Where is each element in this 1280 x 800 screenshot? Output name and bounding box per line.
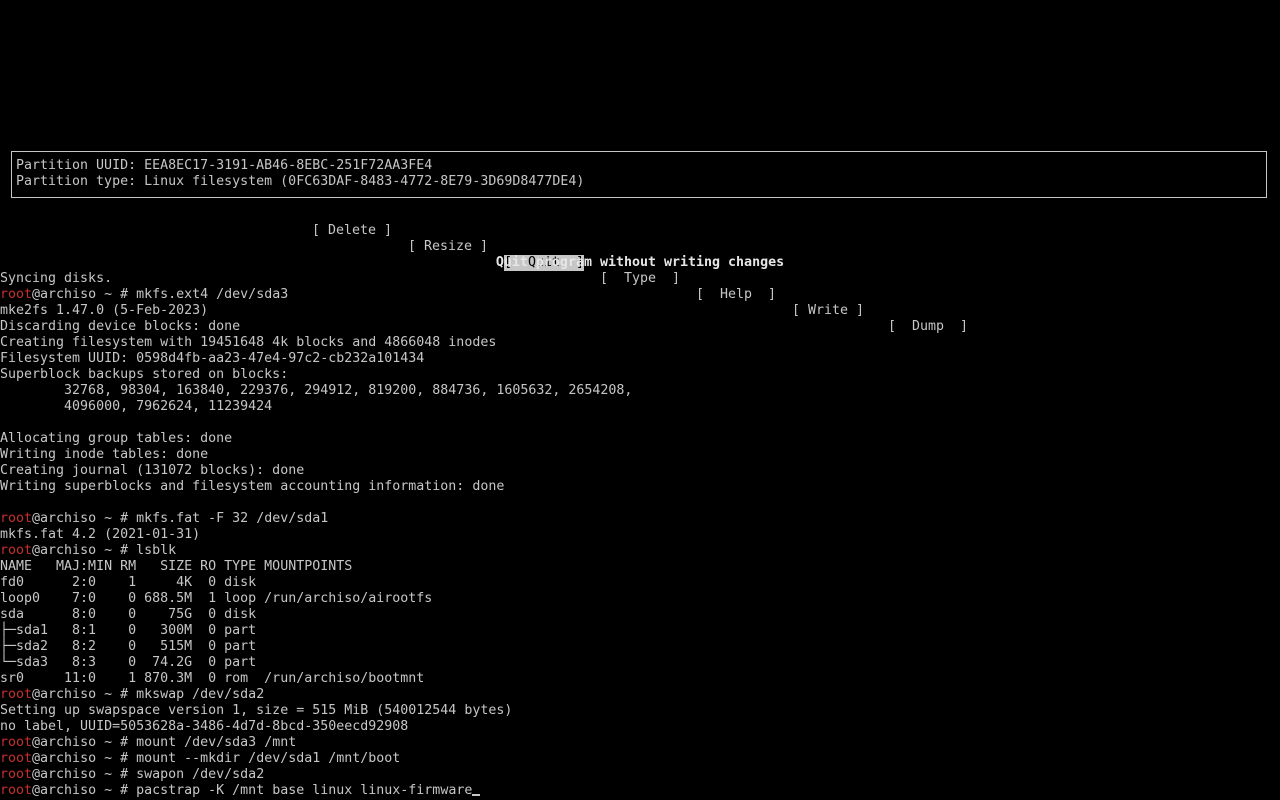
output-line: Allocating group tables: done <box>0 431 233 446</box>
prompt-user: root <box>0 783 33 798</box>
output-line: no label, UUID=5053628a-3486-4d7d-8bcd-3… <box>0 719 409 734</box>
delete-button[interactable]: [ Delete ] <box>312 223 392 239</box>
output-line: Creating journal (131072 blocks): done <box>0 463 305 478</box>
output-line: Filesystem UUID: 0598d4fb-aa23-47e4-97c2… <box>0 351 425 366</box>
command-line: root@archiso ~ # mount /dev/sda3 /mnt <box>0 735 1280 751</box>
output-line: loop0 7:0 0 688.5M 1 loop /run/archiso/a… <box>0 591 433 606</box>
command-text: lsblk <box>136 543 177 558</box>
output-line: mkfs.fat 4.2 (2021-01-31) <box>0 527 201 542</box>
prompt-host: @archiso ~ # <box>32 783 137 798</box>
output-line: Syncing disks. <box>0 271 113 286</box>
command-text: mkfs.ext4 /dev/sda3 <box>136 287 289 302</box>
output-line: Setting up swapspace version 1, size = 5… <box>0 703 513 718</box>
output-line: ├─sda1 8:1 0 300M 0 part <box>0 623 257 638</box>
prompt-host: @archiso ~ # <box>32 511 137 526</box>
output-line: sda 8:0 0 75G 0 disk <box>0 607 257 622</box>
output-line: NAME MAJ:MIN RM SIZE RO TYPE MOUNTPOINTS <box>0 559 353 574</box>
command-text: swapon /dev/sda2 <box>136 767 265 782</box>
command-line: root@archiso ~ # mkswap /dev/sda2 <box>0 687 1280 703</box>
prompt-user: root <box>0 687 33 702</box>
output-line: sr0 11:0 1 870.3M 0 rom /run/archiso/boo… <box>0 671 425 686</box>
prompt-user: root <box>0 511 33 526</box>
prompt-user: root <box>0 735 33 750</box>
command-text: mount /dev/sda3 /mnt <box>136 735 297 750</box>
command-line: root@archiso ~ # mkfs.ext4 /dev/sda3 <box>0 287 1280 303</box>
command-line: root@archiso ~ # swapon /dev/sda2 <box>0 767 1280 783</box>
prompt-user: root <box>0 751 33 766</box>
command-line: root@archiso ~ # mkfs.fat -F 32 /dev/sda… <box>0 511 1280 527</box>
command-text: mount --mkdir /dev/sda1 /mnt/boot <box>136 751 401 766</box>
partition-type: Partition type: Linux filesystem (0FC63D… <box>16 174 585 189</box>
partition-uuid: Partition UUID: EEA8EC17-3191-AB46-8EBC-… <box>16 158 433 173</box>
menu-hint: Quit program without writing changes <box>495 255 785 270</box>
partition-info-box: Partition UUID: EEA8EC17-3191-AB46-8EBC-… <box>11 151 1267 198</box>
prompt-host: @archiso ~ # <box>32 767 137 782</box>
resize-button[interactable]: [ Resize ] <box>408 239 488 255</box>
output-line: mke2fs 1.47.0 (5-Feb-2023) <box>0 303 209 318</box>
output-line: └─sda3 8:3 0 74.2G 0 part <box>0 655 257 670</box>
command-text: mkfs.fat -F 32 /dev/sda1 <box>136 511 329 526</box>
prompt-user: root <box>0 543 33 558</box>
output-line: Writing inode tables: done <box>0 447 209 462</box>
command-text: pacstrap -K /mnt base linux linux-firmwa… <box>136 783 473 798</box>
prompt-host: @archiso ~ # <box>32 687 137 702</box>
output-line: Discarding device blocks: done <box>0 319 241 334</box>
command-line: root@archiso ~ # mount --mkdir /dev/sda1… <box>0 751 1280 767</box>
output-line: fd0 2:0 1 4K 0 disk <box>0 575 257 590</box>
prompt-user: root <box>0 767 33 782</box>
output-line: 32768, 98304, 163840, 229376, 294912, 81… <box>0 383 633 398</box>
cfdisk-action-menu: [ Delete ] [ Resize ] [ Quit ] [ Type ] … <box>0 207 1280 334</box>
text-cursor <box>472 794 481 796</box>
output-line: ├─sda2 8:2 0 515M 0 part <box>0 639 257 654</box>
output-line: Creating filesystem with 19451648 4k blo… <box>0 335 497 350</box>
output-line: Superblock backups stored on blocks: <box>0 367 289 382</box>
prompt-host: @archiso ~ # <box>32 543 137 558</box>
command-text: mkswap /dev/sda2 <box>136 687 265 702</box>
command-line: root@archiso ~ # pacstrap -K /mnt base l… <box>0 783 1280 799</box>
prompt-host: @archiso ~ # <box>32 735 137 750</box>
terminal-output[interactable]: Syncing disks. root@archiso ~ # mkfs.ext4… <box>0 271 1280 799</box>
output-line: Writing superblocks and filesystem accou… <box>0 479 505 494</box>
prompt-host: @archiso ~ # <box>32 287 137 302</box>
command-line: root@archiso ~ # lsblk <box>0 543 1280 559</box>
output-line: 4096000, 7962624, 11239424 <box>0 399 273 414</box>
prompt-host: @archiso ~ # <box>32 751 137 766</box>
prompt-user: root <box>0 287 33 302</box>
